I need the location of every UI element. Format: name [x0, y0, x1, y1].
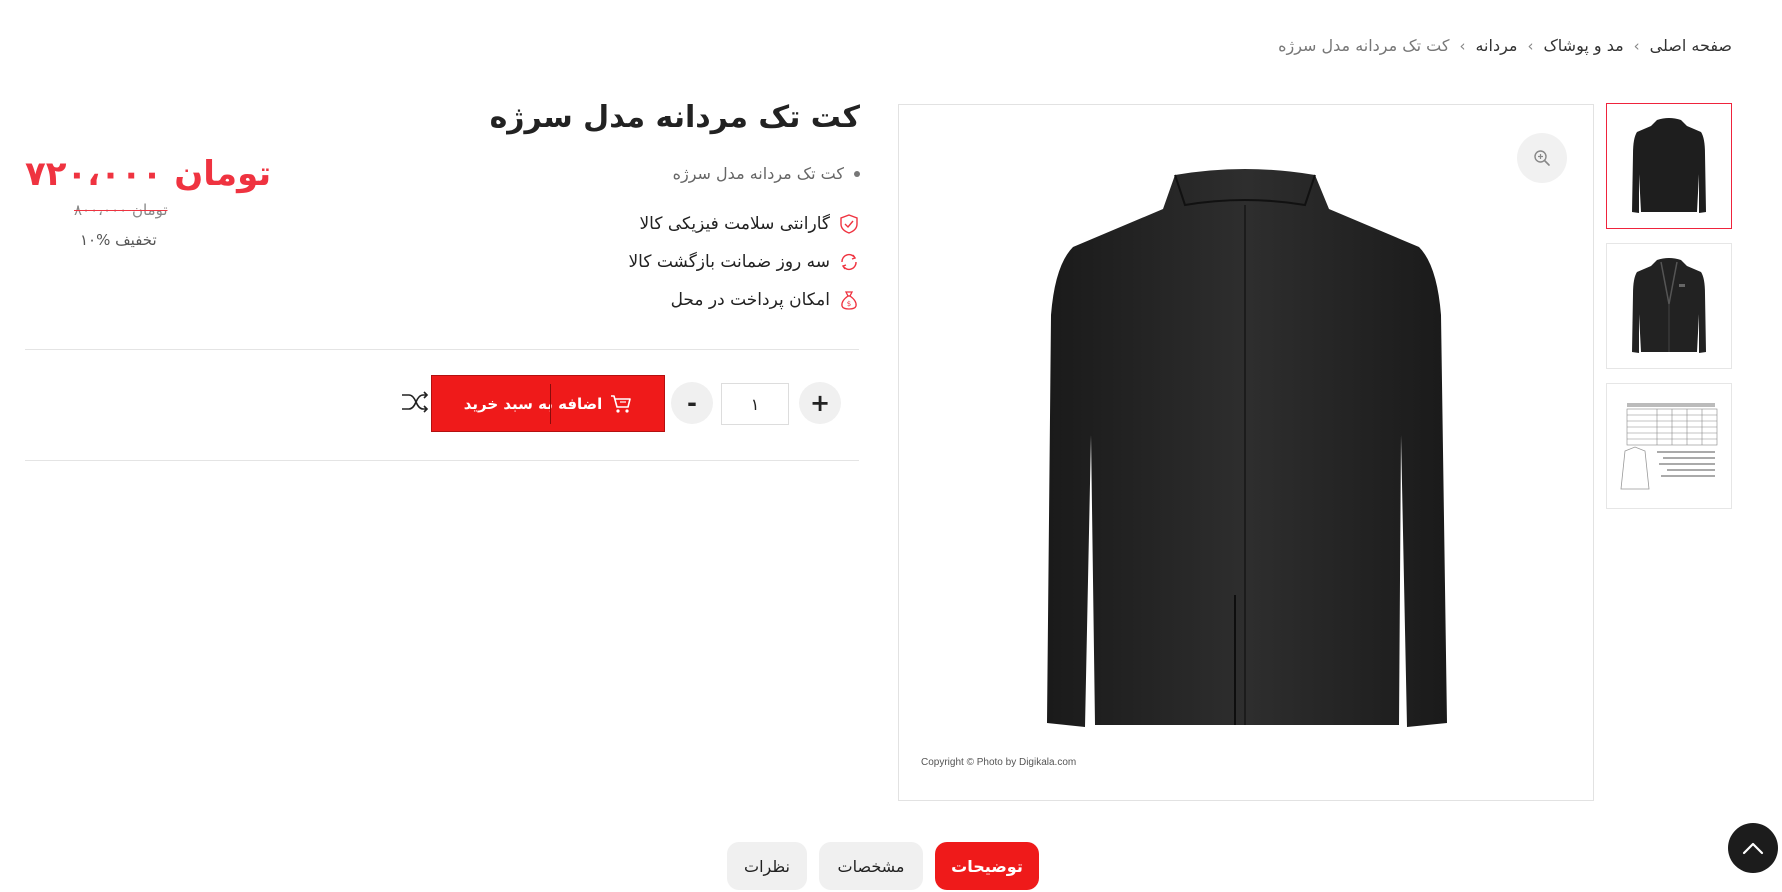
jacket-back-thumbnail [1632, 118, 1706, 213]
chevron-left-icon: ‹ [1633, 36, 1640, 55]
chevron-left-icon: ‹ [1527, 36, 1534, 55]
old-price: ۸۰۰،۰۰۰ تومان [74, 201, 168, 219]
quantity-decrease-button[interactable]: - [671, 382, 713, 424]
breadcrumb-current: کت تک مردانه مدل سرژه [1278, 36, 1450, 55]
jacket-front-thumbnail [1632, 258, 1706, 353]
feature-return: سه روز ضمانت بازگشت کالا [628, 250, 860, 274]
product-tabs: توضیحات مشخصات نظرات [727, 842, 1039, 890]
chevron-up-icon [1742, 842, 1764, 855]
breadcrumb-fashion[interactable]: مد و پوشاک [1543, 36, 1623, 55]
feature-return-label: سه روز ضمانت بازگشت کالا [628, 252, 830, 272]
scroll-to-top-button[interactable] [1728, 823, 1778, 873]
chevron-left-icon: ‹ [1459, 36, 1466, 55]
divider-bottom [25, 460, 859, 461]
short-description: کت تک مردانه مدل سرژه [673, 164, 860, 183]
tab-description[interactable]: توضیحات [935, 842, 1039, 890]
feature-warranty: گارانتی سلامت فیزیکی کالا [628, 212, 860, 236]
jacket-back-image [1047, 169, 1447, 727]
thumbnail-size-chart[interactable] [1606, 383, 1732, 509]
short-description-text: کت تک مردانه مدل سرژه [672, 164, 844, 183]
shuffle-icon [402, 391, 429, 413]
quantity-input[interactable] [721, 383, 789, 425]
add-to-cart-label: اضافه به سبد خرید [463, 394, 603, 413]
product-price: ۷۲۰،۰۰۰ تومان [25, 154, 272, 194]
tab-reviews[interactable]: نظرات [727, 842, 807, 890]
thumbnail-list [1606, 103, 1732, 509]
feature-cod: $ امکان پرداخت در محل [628, 288, 860, 312]
feature-cod-label: امکان پرداخت در محل [670, 290, 830, 310]
feature-warranty-label: گارانتی سلامت فیزیکی کالا [639, 214, 830, 234]
feature-list: گارانتی سلامت فیزیکی کالا سه روز ضمانت ب… [628, 212, 860, 312]
image-copyright: Copyright © Photo by Digikala.com [921, 757, 1077, 768]
refresh-icon [841, 253, 857, 271]
main-product-image[interactable]: Copyright © Photo by Digikala.com [898, 104, 1594, 801]
zoom-in-icon [1534, 150, 1550, 166]
product-title: کت تک مردانه مدل سرژه [489, 100, 860, 135]
thumbnail-jacket-front[interactable] [1606, 243, 1732, 369]
svg-text:$: $ [847, 300, 851, 308]
breadcrumb-men[interactable]: مردانه [1475, 36, 1517, 55]
zoom-button[interactable] [1517, 133, 1567, 183]
compare-button[interactable] [400, 389, 430, 415]
breadcrumb-home[interactable]: صفحه اصلی [1650, 36, 1732, 55]
add-to-cart-button[interactable]: اضافه به سبد خرید [431, 375, 665, 432]
size-chart-thumbnail [1620, 403, 1718, 490]
thumbnail-jacket-back[interactable] [1606, 103, 1732, 229]
divider-top [25, 349, 859, 350]
discount-badge: ۱۰% تخفیف [80, 231, 157, 249]
breadcrumb: صفحه اصلی ‹ مد و پوشاک ‹ مردانه ‹ کت تک … [1278, 36, 1732, 55]
cart-icon [611, 394, 632, 413]
bullet-icon [854, 170, 860, 177]
quantity-increase-button[interactable]: + [799, 382, 841, 424]
money-bag-icon: $ [841, 291, 857, 310]
button-divider [550, 384, 551, 424]
tab-specifications[interactable]: مشخصات [819, 842, 923, 890]
shield-check-icon [840, 214, 858, 234]
